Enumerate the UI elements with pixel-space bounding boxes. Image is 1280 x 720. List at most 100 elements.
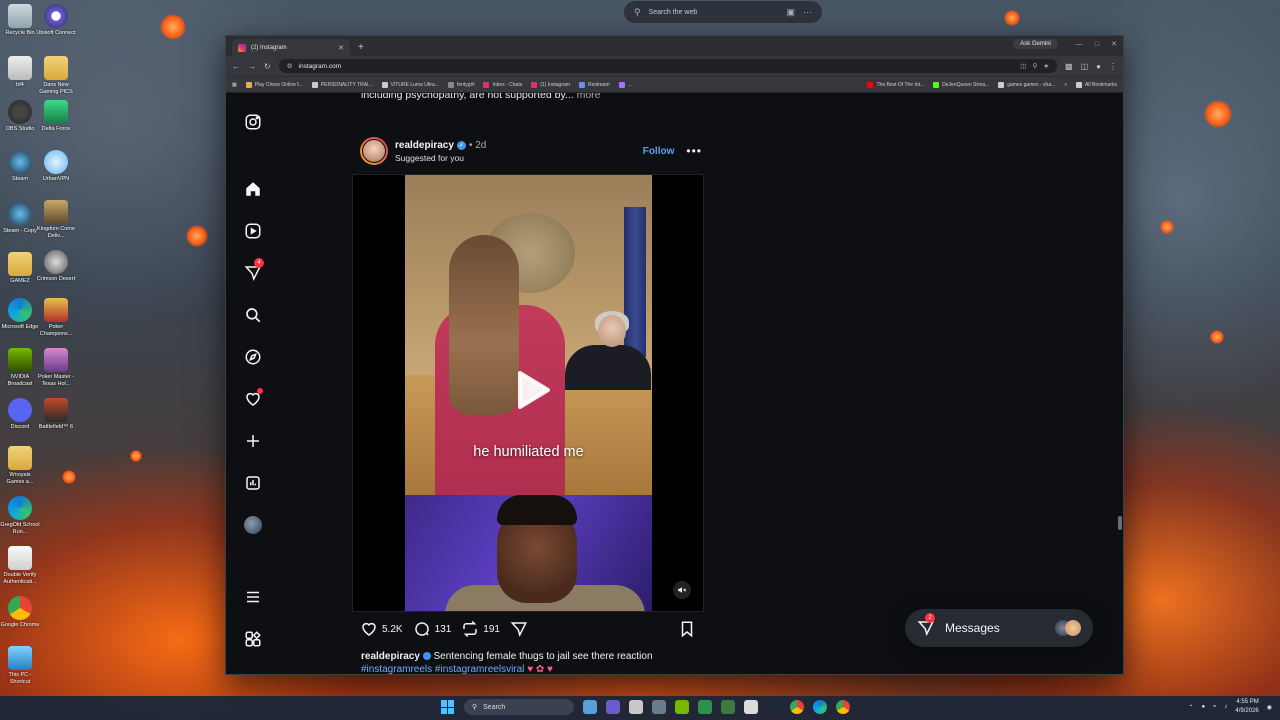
desktop-icon[interactable]: Double Verify Authenticati... [0, 546, 40, 586]
desktop-icon[interactable]: GregOld School Run... [0, 496, 40, 536]
desktop-icon[interactable]: Google Chrome [0, 596, 40, 629]
volume-icon[interactable]: ♪ [1224, 704, 1227, 710]
task-view-icon[interactable] [583, 700, 597, 714]
web-search-bar[interactable]: ⚲ Search the web ▣ ⋯ [624, 1, 822, 23]
desktop-icon[interactable]: Microsoft Edge [0, 298, 40, 331]
desktop-icon[interactable]: OBS Studio [0, 100, 40, 133]
chrome-icon[interactable] [790, 700, 804, 714]
post-video[interactable]: he humiliated me [352, 174, 704, 612]
install-icon[interactable]: ◫ [1020, 62, 1026, 70]
chevron-up-icon[interactable]: ⌃ [1188, 704, 1193, 711]
xbox-icon[interactable] [721, 700, 735, 714]
maximize-icon[interactable]: □ [1095, 41, 1099, 48]
minimize-icon[interactable]: — [1076, 41, 1083, 48]
desktop-icon[interactable]: Crimson Desert [36, 250, 76, 283]
desktop-icon[interactable]: Battlefield™ 6 [36, 398, 76, 431]
tab-instagram[interactable]: (2) Instagram ✕ [232, 39, 350, 56]
bookmark-item[interactable]: DeJenQueen Strea... [933, 81, 989, 88]
taskbar-search[interactable]: ⚲ Search [464, 699, 574, 715]
page-scrollbar[interactable] [1118, 93, 1122, 674]
profile-avatar[interactable] [242, 514, 264, 536]
bookmark-item[interactable]: PERSONALITY TRAI... [311, 81, 373, 88]
desktop-icon[interactable]: Poker Champions... [36, 298, 76, 338]
desktop-icon[interactable]: Recycle Bin [0, 4, 40, 37]
notifications-icon[interactable]: ◉ [1267, 704, 1272, 711]
sidepanel-icon[interactable]: ◫ [1081, 62, 1089, 71]
post-time[interactable]: • 2d [469, 140, 486, 151]
new-tab-button[interactable]: + [350, 42, 372, 56]
desktop-icon[interactable]: bf4 [0, 56, 40, 89]
like-button[interactable]: 5.2K [360, 620, 403, 638]
desktop-icon[interactable]: Delta Force [36, 100, 76, 133]
save-button[interactable] [678, 620, 696, 638]
edge-icon[interactable] [813, 700, 827, 714]
steam-icon[interactable] [767, 700, 781, 714]
lens-icon[interactable]: ▣ [786, 7, 795, 18]
chrome-icon[interactable] [836, 700, 850, 714]
follow-button[interactable]: Follow [643, 146, 675, 157]
post-username[interactable]: realdepiracy [395, 140, 454, 151]
create-icon[interactable] [242, 430, 264, 452]
settings-icon[interactable] [652, 700, 666, 714]
desktop-icon[interactable]: Ubisoft Connect [36, 4, 76, 37]
reels-icon[interactable] [242, 220, 264, 242]
mic-icon[interactable]: ● [1201, 704, 1205, 710]
instagram-logo-icon[interactable] [242, 111, 264, 133]
nvidia-icon[interactable] [675, 700, 689, 714]
desktop-icon[interactable]: This PC - Shortcut [0, 646, 40, 686]
bookmark-item[interactable]: games games - sha... [998, 81, 1055, 88]
search-icon[interactable] [242, 304, 264, 326]
desktop-icon[interactable]: Poker Master - Texas Hol... [36, 348, 76, 388]
desktop-icon[interactable]: Dans New Gaming PICS [36, 56, 76, 96]
clock[interactable]: 4:55 PM 4/9/2026 [1235, 698, 1258, 716]
bookmark-item[interactable]: Play Chess Online f... [245, 81, 303, 88]
direct-messages-icon[interactable]: 4 [242, 258, 264, 284]
apps-icon[interactable]: ▦ [232, 82, 237, 88]
scrollbar-thumb[interactable] [1118, 516, 1122, 530]
app-icon[interactable] [698, 700, 712, 714]
caption-hashtags[interactable]: #instagramreels #instagramreelsviral [361, 664, 524, 674]
bookmark-star-icon[interactable]: ★ [1043, 62, 1049, 70]
bookmark-item[interactable]: fentygirl [447, 81, 474, 88]
zoom-icon[interactable]: ⚲ [1032, 62, 1037, 70]
desktop-icon[interactable]: GAMEZ [0, 252, 40, 285]
app-icon[interactable] [629, 700, 643, 714]
repost-button[interactable]: 191 [461, 620, 500, 638]
app-icon[interactable] [744, 700, 758, 714]
desktop-icon[interactable]: Steam [0, 150, 40, 183]
bookmark-item[interactable]: Restream [578, 81, 610, 88]
heart-icon[interactable] [242, 388, 264, 410]
bookmark-item[interactable]: Inbox - Chats [483, 81, 522, 88]
bookmark-item[interactable]: The Best Of The Int... [867, 81, 924, 88]
more-bookmarks-icon[interactable]: » [1064, 82, 1067, 88]
close-window-icon[interactable]: ✕ [1111, 40, 1117, 48]
messages-button[interactable]: 2 Messages [905, 609, 1093, 647]
desktop-icon[interactable]: NVIDIA Broadcast [0, 348, 40, 388]
all-bookmarks-button[interactable]: All Bookmarks [1076, 81, 1117, 88]
ask-gemini-button[interactable]: Ask Gemini [1013, 39, 1058, 49]
desktop-icon[interactable]: Discord [0, 398, 40, 431]
more-link[interactable]: more [577, 93, 601, 101]
comment-button[interactable]: 131 [413, 620, 451, 638]
back-icon[interactable]: ← [232, 62, 240, 71]
also-from-meta-icon[interactable] [242, 628, 264, 650]
post-options-icon[interactable]: ••• [686, 144, 702, 158]
desktop-icon[interactable]: Kingdom Come Deliv... [36, 200, 76, 240]
play-icon[interactable] [506, 365, 556, 415]
extensions-icon[interactable]: ▩ [1065, 62, 1073, 71]
dashboard-icon[interactable] [242, 472, 264, 494]
caption-username[interactable]: realdepiracy [361, 651, 420, 662]
start-icon[interactable] [441, 700, 455, 714]
profile-icon[interactable]: ● [1096, 62, 1101, 71]
bookmark-item[interactable]: VITURE Luma Ultra... [381, 81, 439, 88]
desktop-icon[interactable]: Steam - Copy [0, 202, 40, 235]
reload-icon[interactable]: ↻ [264, 62, 271, 71]
desktop-icon[interactable]: UrbanVPN [36, 150, 76, 183]
forward-icon[interactable]: → [248, 62, 256, 71]
more-menu-icon[interactable] [242, 586, 264, 608]
site-info-icon[interactable]: ⚙ [287, 62, 293, 70]
more-icon[interactable]: ⋯ [803, 7, 812, 18]
address-bar[interactable]: ⚙ instagram.com ◫ ⚲ ★ [278, 59, 1058, 73]
post-avatar[interactable] [360, 137, 388, 165]
explore-icon[interactable] [242, 346, 264, 368]
